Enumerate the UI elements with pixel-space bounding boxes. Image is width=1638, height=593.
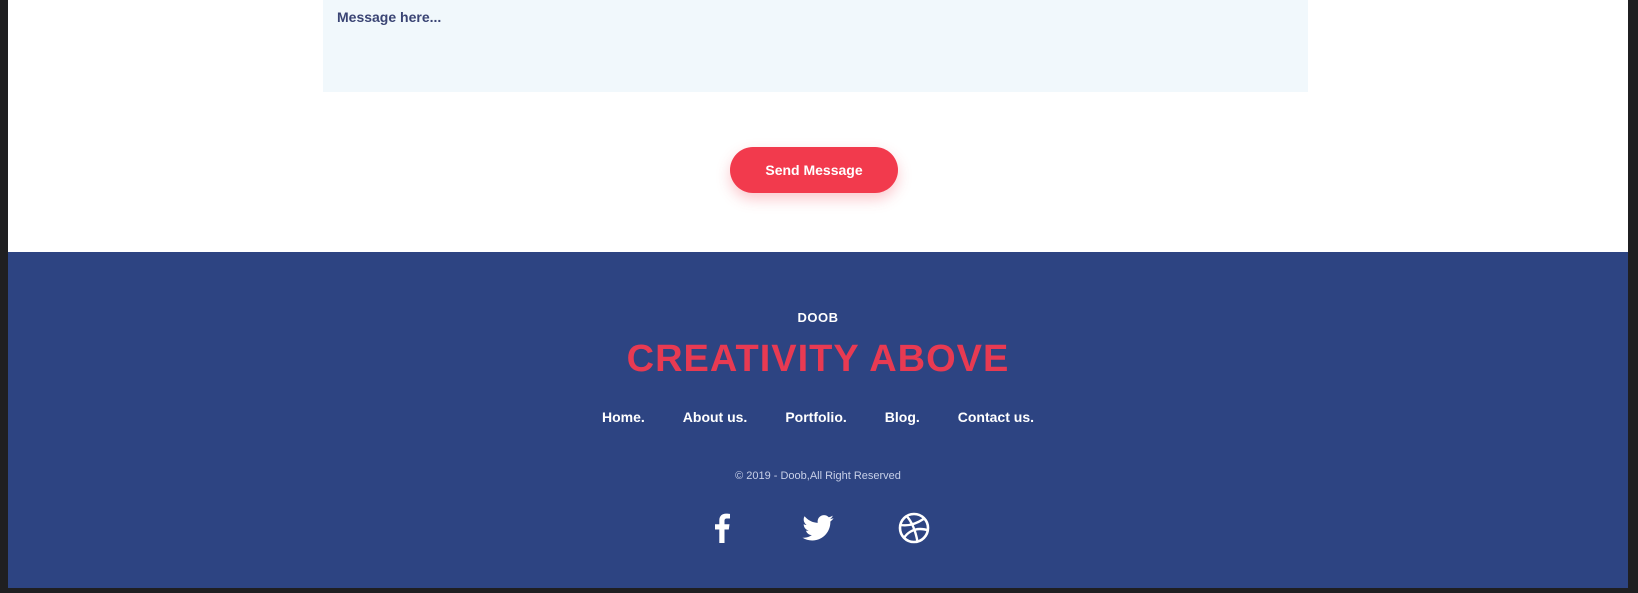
footer-nav: Home. About us. Portfolio. Blog. Contact… xyxy=(8,409,1628,425)
footer-nav-home[interactable]: Home. xyxy=(602,409,645,425)
footer-tagline: CREATIVITY ABOVE xyxy=(626,338,1010,380)
facebook-icon[interactable] xyxy=(704,510,740,546)
footer-nav-portfolio[interactable]: Portfolio. xyxy=(785,409,846,425)
footer-nav-contact[interactable]: Contact us. xyxy=(958,409,1034,425)
message-textarea[interactable]: Message here... xyxy=(323,0,1308,92)
send-message-button[interactable]: Send Message xyxy=(730,147,898,193)
social-links xyxy=(8,510,1628,546)
footer-brand: DOOB xyxy=(797,310,839,325)
message-placeholder: Message here... xyxy=(337,9,442,25)
dribbble-icon[interactable] xyxy=(896,510,932,546)
page: Message here... Send Message DOOB CREATI… xyxy=(8,0,1628,588)
footer-nav-blog[interactable]: Blog. xyxy=(885,409,920,425)
footer-nav-about[interactable]: About us. xyxy=(683,409,748,425)
twitter-icon[interactable] xyxy=(800,510,836,546)
footer: DOOB CREATIVITY ABOVE Home. About us. Po… xyxy=(8,252,1628,588)
footer-copyright: © 2019 - Doob,All Right Reserved xyxy=(735,470,901,482)
